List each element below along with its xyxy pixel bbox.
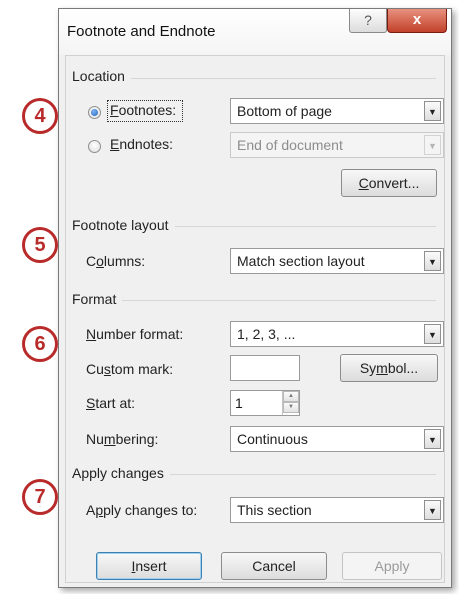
- close-icon: x: [412, 11, 422, 28]
- footnotes-label[interactable]: Footnotes:: [110, 102, 176, 118]
- title-bar: Footnote and Endnote ? x: [59, 9, 451, 55]
- endnotes-radio[interactable]: [88, 140, 101, 153]
- numbering-select[interactable]: Continuous ▼: [230, 426, 444, 452]
- callout-5: 5: [22, 227, 58, 263]
- help-button[interactable]: ?: [349, 9, 387, 33]
- chevron-down-icon[interactable]: ▼: [424, 429, 441, 449]
- chevron-down-icon[interactable]: ▼: [424, 101, 441, 121]
- columns-label: Columns:: [86, 253, 146, 269]
- footnotes-position-value: Bottom of page: [237, 103, 332, 119]
- apply-changes-to-label: Apply changes to:: [86, 502, 198, 518]
- number-format-label: Number format:: [86, 326, 184, 342]
- insert-button[interactable]: Insert: [96, 552, 202, 580]
- cancel-button[interactable]: Cancel: [221, 552, 327, 580]
- footnotes-radio[interactable]: [88, 106, 101, 119]
- dialog-content: Location Footnotes: Bottom of page ▼ End…: [65, 55, 445, 583]
- apply-changes-to-select[interactable]: This section ▼: [230, 497, 444, 523]
- custom-mark-label: Custom mark:: [86, 361, 174, 377]
- apply-changes-to-value: This section: [237, 502, 312, 518]
- radio-selected-dot: [91, 109, 98, 116]
- endnotes-label[interactable]: Endnotes:: [110, 136, 173, 152]
- format-divider: [72, 300, 436, 301]
- callout-6: 6: [22, 326, 58, 362]
- format-group-title: Format: [72, 291, 123, 307]
- start-at-spin-buttons[interactable]: ▲ ▼: [282, 391, 299, 415]
- columns-select[interactable]: Match section layout ▼: [230, 248, 444, 274]
- endnotes-position-select[interactable]: End of document ▼: [230, 132, 444, 158]
- help-icon: ?: [364, 12, 372, 28]
- convert-button[interactable]: Convert...: [341, 169, 437, 197]
- footnote-endnote-dialog: Footnote and Endnote ? x Location Footno…: [58, 8, 452, 588]
- chevron-down-icon[interactable]: ▼: [424, 500, 441, 520]
- footnotes-position-select[interactable]: Bottom of page ▼: [230, 98, 444, 124]
- custom-mark-input[interactable]: [230, 355, 300, 381]
- spin-up-icon[interactable]: ▲: [283, 391, 299, 402]
- dialog-title: Footnote and Endnote: [67, 23, 216, 40]
- number-format-select[interactable]: 1, 2, 3, ... ▼: [230, 321, 444, 347]
- callout-4: 4: [22, 98, 58, 134]
- location-group-title: Location: [72, 68, 131, 84]
- columns-value: Match section layout: [237, 253, 365, 269]
- symbol-button[interactable]: Symbol...: [340, 354, 438, 382]
- footnote-layout-group-title: Footnote layout: [72, 217, 175, 233]
- start-at-value: 1: [235, 395, 243, 411]
- numbering-value: Continuous: [237, 431, 308, 447]
- apply-changes-group-title: Apply changes: [72, 465, 170, 481]
- chevron-down-icon[interactable]: ▼: [424, 135, 441, 155]
- chevron-down-icon[interactable]: ▼: [424, 324, 441, 344]
- numbering-label: Numbering:: [86, 431, 159, 447]
- chevron-down-icon[interactable]: ▼: [424, 251, 441, 271]
- endnotes-position-value: End of document: [237, 137, 343, 153]
- close-button[interactable]: x: [387, 9, 447, 33]
- start-at-label: Start at:: [86, 395, 136, 411]
- callout-7: 7: [22, 479, 58, 515]
- number-format-value: 1, 2, 3, ...: [237, 326, 296, 342]
- start-at-spinner[interactable]: 1 ▲ ▼: [230, 390, 300, 416]
- spin-down-icon[interactable]: ▼: [283, 402, 299, 413]
- apply-button[interactable]: Apply: [342, 552, 442, 580]
